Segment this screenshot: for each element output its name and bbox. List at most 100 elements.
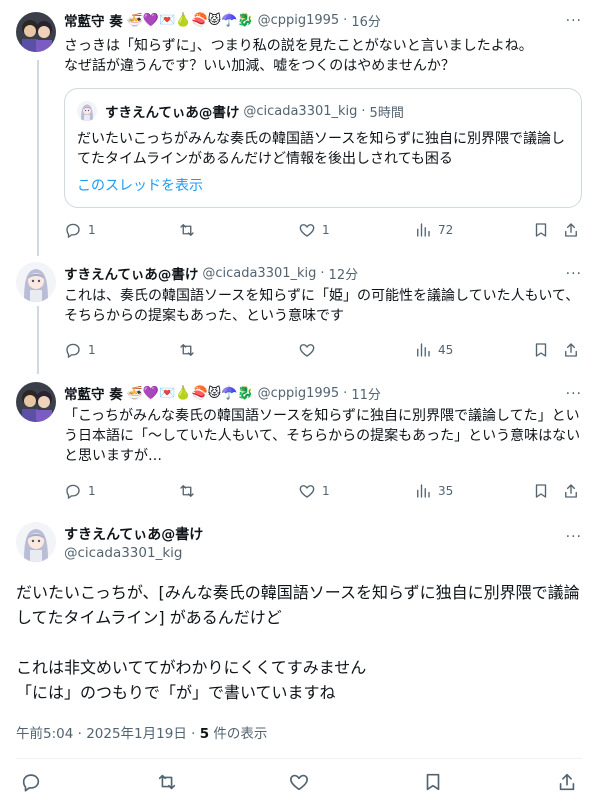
bookmark-icon bbox=[426, 773, 440, 791]
reply-count: 1 bbox=[88, 223, 96, 237]
more-options-icon[interactable]: ··· bbox=[566, 387, 582, 401]
tweet-text: さっきは「知らずに」、つまり私の説を見たことがないと言いましたよね。 なぜ話が違… bbox=[64, 38, 533, 74]
like-button[interactable] bbox=[288, 770, 310, 794]
analytics-icon bbox=[417, 343, 430, 357]
like-button[interactable]: 1 bbox=[298, 220, 330, 240]
display-name[interactable]: すきえんてぃあ@書け bbox=[64, 263, 198, 283]
share-button[interactable] bbox=[556, 770, 578, 794]
avatar[interactable] bbox=[16, 12, 56, 52]
share-button[interactable] bbox=[562, 220, 580, 240]
tweet-timestamp[interactable]: 午前5:04 · 2025年1月19日 · bbox=[16, 726, 200, 742]
retweet-button[interactable] bbox=[178, 481, 202, 501]
avatar[interactable] bbox=[16, 262, 56, 302]
avatar[interactable] bbox=[16, 382, 56, 422]
more-options-icon[interactable]: ··· bbox=[566, 14, 582, 28]
tweet-header: 常藍守 奏 🍜💜💌🍐🍣😾☂️🐉 @cppig1995 · 16分 bbox=[64, 10, 381, 31]
display-name[interactable]: 常藍守 奏 bbox=[64, 10, 123, 30]
reply-button[interactable] bbox=[20, 770, 42, 794]
timestamp[interactable]: 11分 bbox=[351, 384, 381, 403]
tweet-2[interactable]: すきえんてぃあ@書け @cicada3301_kig · 12分 ··· これは… bbox=[0, 258, 598, 378]
bookmark-icon bbox=[535, 343, 547, 357]
tweet-text: これは、奏氏の韓国語ソースを知らずに「姫」の可能性を議論していた人もいて、そちら… bbox=[64, 288, 580, 324]
retweet-icon bbox=[180, 344, 194, 356]
share-button[interactable] bbox=[562, 340, 580, 360]
views-button[interactable]: 45 bbox=[414, 340, 453, 360]
tweet-actions: 1 45 bbox=[64, 340, 582, 360]
share-button[interactable] bbox=[562, 481, 580, 501]
views-label: 件の表示 bbox=[209, 726, 268, 742]
retweet-icon bbox=[180, 485, 194, 497]
views-count: 72 bbox=[438, 223, 454, 237]
heart-icon bbox=[299, 224, 315, 237]
tweet-3[interactable]: 常藍守 奏 🍜💜💌🍐🍣😾☂️🐉 @cppig1995 · 11分 ··· 「こっ… bbox=[0, 378, 598, 518]
analytics-icon bbox=[417, 484, 430, 498]
reply-count: 1 bbox=[88, 343, 96, 357]
bookmark-icon bbox=[535, 484, 547, 498]
like-count: 1 bbox=[322, 223, 330, 237]
reply-icon bbox=[66, 343, 80, 358]
views-count: 35 bbox=[438, 484, 454, 498]
like-count: 1 bbox=[322, 484, 330, 498]
more-options-icon[interactable]: ··· bbox=[566, 267, 582, 281]
display-name[interactable]: すきえんてぃあ@書け bbox=[64, 524, 203, 544]
quote-tweet[interactable]: すきえんてぃあ@書け @cicada3301_kig · 5時間 だいたいこっち… bbox=[64, 88, 582, 208]
tweet-header: すきえんてぃあ@書け @cicada3301_kig · 12分 bbox=[64, 263, 359, 284]
bookmark-button[interactable] bbox=[532, 340, 550, 360]
share-icon bbox=[565, 223, 577, 237]
share-icon bbox=[565, 484, 577, 498]
quote-timestamp: 5時間 bbox=[369, 105, 404, 121]
retweet-button[interactable] bbox=[178, 340, 202, 360]
reply-icon bbox=[66, 223, 80, 238]
tweet-meta: 午前5:04 · 2025年1月19日 · 5 件の表示 bbox=[16, 722, 267, 742]
quote-text: だいたいこっちがみんな奏氏の韓国語ソースを知らずに独自に別界隈で議論してたタイム… bbox=[77, 131, 566, 167]
main-tweet-actions bbox=[0, 770, 598, 794]
user-handle[interactable]: @cppig1995 bbox=[258, 13, 340, 28]
like-button[interactable] bbox=[298, 340, 322, 360]
bookmark-icon bbox=[535, 223, 547, 237]
reply-button[interactable]: 1 bbox=[64, 220, 96, 240]
bookmark-button[interactable] bbox=[532, 220, 550, 240]
divider bbox=[16, 758, 582, 759]
share-icon bbox=[559, 773, 575, 791]
tweet-actions: 1 1 72 bbox=[64, 220, 582, 240]
views-button[interactable]: 72 bbox=[414, 220, 453, 240]
retweet-button[interactable] bbox=[178, 220, 202, 240]
tweet-text: 「こっちがみんな奏氏の韓国語ソースを知らずに独自に別界隈で議論してた」という日本… bbox=[64, 408, 581, 464]
quote-avatar bbox=[77, 101, 97, 121]
main-tweet-text: だいたいこっちが、[みんな奏氏の韓国語ソースを知らずに独自に別界隈で議論してたタ… bbox=[16, 583, 580, 702]
retweet-icon bbox=[180, 224, 194, 236]
user-handle[interactable]: @cppig1995 bbox=[258, 386, 340, 401]
bookmark-button[interactable] bbox=[422, 770, 444, 794]
user-handle[interactable]: @cicada3301_kig bbox=[202, 266, 316, 281]
reply-count: 1 bbox=[88, 484, 96, 498]
quote-handle: @cicada3301_kig bbox=[243, 103, 358, 119]
heart-icon bbox=[299, 344, 315, 357]
name-emoji: 🍜💜💌🍐🍣😾☂️🐉 bbox=[126, 12, 254, 28]
timestamp[interactable]: 16分 bbox=[351, 11, 381, 30]
display-name[interactable]: 常藍守 奏 bbox=[64, 383, 123, 403]
tweet-header: 常藍守 奏 🍜💜💌🍐🍣😾☂️🐉 @cppig1995 · 11分 bbox=[64, 383, 381, 404]
share-icon bbox=[565, 343, 577, 357]
heart-icon bbox=[290, 774, 308, 791]
reply-icon bbox=[22, 774, 40, 792]
heart-icon bbox=[299, 485, 315, 498]
reply-icon bbox=[66, 484, 80, 499]
analytics-icon bbox=[417, 223, 430, 237]
quote-header: すきえんてぃあ@書け @cicada3301_kig · 5時間 bbox=[105, 101, 404, 122]
user-handle[interactable]: @cicada3301_kig bbox=[64, 545, 182, 561]
timestamp[interactable]: 12分 bbox=[329, 264, 359, 283]
retweet-button[interactable] bbox=[156, 770, 178, 794]
like-button[interactable]: 1 bbox=[298, 481, 330, 501]
more-options-icon[interactable]: ··· bbox=[566, 530, 582, 544]
tweet-1[interactable]: 常藍守 奏 🍜💜💌🍐🍣😾☂️🐉 @cppig1995 · 16分 ··· さっき… bbox=[0, 0, 598, 258]
reply-button[interactable]: 1 bbox=[64, 340, 96, 360]
views-button[interactable]: 35 bbox=[414, 481, 453, 501]
show-thread-link[interactable]: このスレッドを表示 bbox=[77, 175, 203, 195]
reply-button[interactable]: 1 bbox=[64, 481, 96, 501]
tweet-actions: 1 1 35 bbox=[64, 481, 582, 501]
bookmark-button[interactable] bbox=[532, 481, 550, 501]
retweet-icon bbox=[158, 774, 176, 790]
views-count[interactable]: 5 bbox=[200, 726, 209, 742]
avatar[interactable] bbox=[16, 522, 56, 562]
views-count: 45 bbox=[438, 343, 454, 357]
